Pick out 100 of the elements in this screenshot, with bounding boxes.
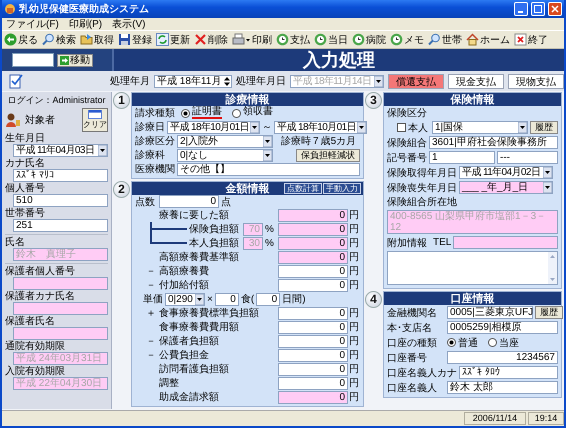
dropdown-field[interactable]: 2|入院外 — [177, 134, 273, 148]
menu-item[interactable]: 印刷(P) — [68, 17, 102, 31]
input-field[interactable]: 0 — [278, 348, 348, 362]
toolbar-button[interactable]: 印刷 — [230, 32, 274, 48]
field-label: 氏名 — [5, 237, 26, 248]
input-field[interactable]: 0 — [278, 306, 348, 320]
dropdown-field[interactable]: 0|なし — [177, 148, 273, 162]
input-field[interactable]: 0 — [159, 195, 219, 208]
input-field[interactable]: 1 — [429, 151, 495, 164]
toolbar-button[interactable]: 登録 — [116, 32, 154, 48]
burden-button[interactable]: 保負担軽減状 — [296, 148, 360, 162]
input-field[interactable]: 0 — [278, 264, 348, 278]
toolbar-button[interactable]: 終了 — [512, 32, 550, 48]
close-button[interactable] — [548, 2, 562, 16]
input-field[interactable]: その他【】 — [177, 162, 360, 176]
input-field[interactable]: 510 — [13, 194, 108, 207]
toolbar-button[interactable]: 取得 — [78, 32, 116, 48]
input-field[interactable] — [13, 327, 108, 340]
input-field[interactable] — [13, 277, 108, 290]
toolbar-button[interactable]: 支払 — [274, 32, 312, 48]
input-field[interactable]: 鈴木 太郎 — [447, 381, 558, 394]
input-field[interactable]: 0 — [256, 292, 280, 306]
caret-icon — [374, 76, 383, 86]
input-field[interactable]: 0 — [278, 250, 348, 264]
field-label: 医療機関 — [135, 162, 175, 176]
input-field[interactable]: --- — [497, 151, 558, 164]
input-field[interactable]: 251 — [13, 219, 108, 232]
radio-option[interactable]: 普通 — [447, 336, 478, 350]
header-button[interactable]: 点数計算 — [284, 183, 322, 194]
go-button[interactable]: 移動 — [57, 54, 93, 66]
input-field[interactable]: ｽｽﾞｷ ﾏﾘｺ — [13, 169, 108, 182]
input-field[interactable]: ｽｽﾞｷ ﾀﾛｳ — [459, 366, 558, 379]
radio-option[interactable]: 証明書 — [181, 107, 222, 119]
input-field[interactable]: 0 — [278, 222, 348, 236]
spinner-field[interactable]: 平成 18年11月 — [154, 74, 232, 88]
input-field[interactable] — [453, 236, 558, 249]
field-label: 附加情報 — [387, 236, 428, 250]
field-label: 療養に要した額 — [159, 208, 229, 222]
input-field[interactable]: 0 — [278, 390, 348, 404]
step-number: 3 — [365, 92, 382, 109]
input-field[interactable]: 0 — [278, 278, 348, 292]
radio-option[interactable]: 領収書 — [232, 107, 273, 119]
menu-item[interactable]: ファイル(F) — [6, 17, 59, 31]
toolbar-button[interactable]: 世帯 — [426, 32, 464, 48]
search-field[interactable] — [12, 53, 54, 67]
unit-label: 日間) — [282, 293, 306, 306]
text-area[interactable] — [387, 251, 558, 285]
input-field[interactable] — [13, 302, 108, 315]
checkbox-option[interactable]: 本人 — [397, 120, 428, 134]
maximize-button[interactable] — [531, 2, 545, 16]
payment-tab[interactable]: 現金支払 — [448, 74, 504, 88]
input-field[interactable]: 1234567 — [447, 351, 558, 364]
unit-label: 円 — [348, 237, 360, 250]
clock-icon — [314, 33, 327, 46]
toolbar-button[interactable]: 当日 — [312, 32, 350, 48]
dropdown-field[interactable]: 0|290 — [165, 292, 205, 306]
dropdown-field[interactable]: 1|国保 — [432, 121, 528, 134]
header-button[interactable]: 手動入力 — [323, 183, 361, 194]
input-field[interactable]: 0 — [214, 292, 239, 306]
toolbar-button[interactable]: ホーム — [464, 32, 512, 48]
toolbar-button[interactable]: 病院 — [350, 32, 388, 48]
input-field[interactable]: 0 — [278, 362, 348, 376]
dropdown-field[interactable]: 平成 11年04月02日 — [459, 166, 553, 179]
toolbar-button[interactable]: メモ — [388, 32, 426, 48]
unit-label: 円 — [348, 321, 360, 334]
caret-icon — [543, 182, 552, 193]
field-label: 保護者負担額 — [159, 334, 219, 348]
operator-sign: － — [145, 265, 157, 278]
dropdown-field[interactable]: ___ _年_月_日 — [459, 181, 553, 194]
field-label: 保護者カナ氏名 — [5, 291, 76, 302]
input-field[interactable]: 0 — [278, 376, 348, 390]
menu-item[interactable]: 表示(V) — [112, 17, 146, 31]
dropdown-field[interactable]: 平成 11年04月03日 — [13, 144, 108, 157]
toolbar-button[interactable]: 更新 — [154, 32, 192, 48]
field-label: 高額療養費 — [159, 264, 209, 278]
toolbar-button[interactable]: 削除 — [192, 32, 230, 48]
input-field[interactable]: 0 — [278, 236, 348, 250]
history-button[interactable]: 履歴 — [535, 306, 563, 319]
input-field[interactable]: 0 — [278, 334, 348, 348]
input-field[interactable]: 0 — [278, 208, 348, 222]
unit-label: 円 — [348, 223, 360, 236]
dropdown-field[interactable]: 平成 18年10月01日 — [274, 120, 367, 134]
section-title: 口座情報 — [450, 292, 494, 306]
clear-button[interactable]: クリア — [82, 108, 108, 132]
dropdown-field[interactable]: 平成 18年10月01日 — [167, 120, 260, 134]
field-label: 金融機関名 — [387, 306, 438, 320]
toolbar-button[interactable]: 検索 — [40, 32, 78, 48]
input-field[interactable]: 0005|三菱東京UFJ — [447, 306, 533, 319]
payment-tab[interactable]: 償還支払 — [388, 74, 444, 88]
history-button[interactable]: 履歴 — [530, 121, 558, 134]
minimize-button[interactable] — [514, 2, 528, 16]
unit-label: 円 — [348, 251, 360, 264]
payment-tab[interactable]: 現物支払 — [508, 74, 564, 88]
input-field[interactable]: 0005259|相模原 — [447, 321, 558, 334]
input-field[interactable]: 0 — [278, 320, 348, 334]
radio-option[interactable]: 当座 — [488, 336, 519, 350]
toolbar-button[interactable]: 戻る — [2, 32, 40, 48]
unit-label: 円 — [348, 279, 360, 292]
field-label: 口座の種類 — [387, 336, 438, 350]
input-field[interactable]: 3601|甲府社会保険事務所 — [429, 136, 558, 149]
